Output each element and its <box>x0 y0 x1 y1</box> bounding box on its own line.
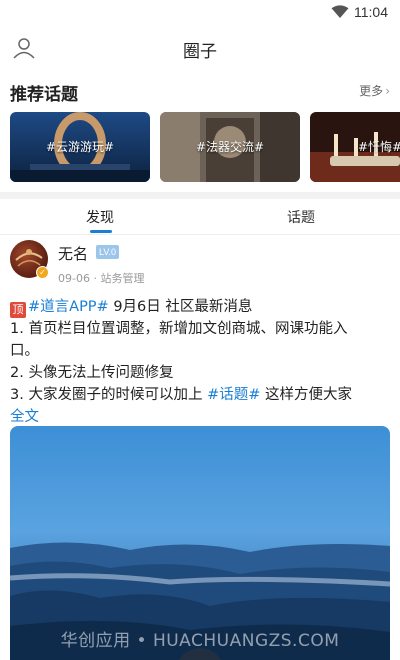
hashtag-link[interactable]: #话题# <box>207 387 260 403</box>
post-text: 9月6日 社区最新消息 <box>108 299 253 315</box>
post-line-1: 顶 #道言APP# 9月6日 社区最新消息 <box>10 296 395 318</box>
page-title: 圈子 <box>183 42 217 62</box>
status-bar: 11:04 <box>0 0 400 24</box>
landscape-image <box>10 426 390 660</box>
more-label: 更多 <box>359 84 384 98</box>
topic-label: #云游游玩# <box>45 140 115 154</box>
post-image[interactable]: 华创应用 • HUACHUANGZS.COM <box>10 426 390 660</box>
post-line-2: 1. 首页栏目位置调整，新增加文创商城、网课功能入 <box>10 321 348 337</box>
tab-bar: 发现 话题 <box>0 199 400 235</box>
post-text: 这样方便大家 <box>260 387 352 403</box>
topic-label: #忏悔# <box>357 140 400 154</box>
status-time: 11:04 <box>354 4 388 20</box>
pinned-badge: 顶 <box>10 302 26 318</box>
post-line-4: 2. 头像无法上传问题修复 <box>10 365 174 381</box>
section-divider <box>0 192 400 199</box>
topic-cards: #云游游玩# #法器交流# #忏悔# <box>10 112 400 182</box>
topic-card-yunyou[interactable]: #云游游玩# <box>10 112 150 182</box>
verified-icon: ✓ <box>36 266 49 279</box>
post-text: 3. 大家发圈子的时候可以加上 <box>10 387 208 403</box>
topic-label: #法器交流# <box>195 140 265 154</box>
post-line-5: 3. 大家发圈子的时候可以加上 #话题# 这样方便大家 <box>10 384 395 406</box>
app-bar: 圈子 <box>0 24 400 72</box>
post-meta: 09-06 · 站务管理 <box>58 272 145 285</box>
full-text-line: 全文 <box>10 406 395 428</box>
tab-discover[interactable]: 发现 <box>86 207 114 227</box>
full-text-link[interactable]: 全文 <box>10 409 39 425</box>
recommend-section-header: 推荐话题 更多 › <box>10 78 390 105</box>
tab-topics[interactable]: 话题 <box>287 207 315 227</box>
tab-indicator <box>90 230 112 233</box>
post-body: 顶 #道言APP# 9月6日 社区最新消息 1. 首页栏目位置调整，新增加文创商城… <box>10 296 395 428</box>
wifi-icon <box>331 5 349 18</box>
more-link[interactable]: 更多 › <box>359 82 390 99</box>
author-name[interactable]: 无名 <box>58 243 88 264</box>
topic-card-chanhui[interactable]: #忏悔# <box>310 112 400 182</box>
level-badge: LV.0 <box>96 245 120 259</box>
post-line-3: 口。 <box>10 343 39 359</box>
chevron-right-icon: › <box>385 84 390 98</box>
post-header: ✓ 无名 LV.0 09-06 · 站务管理 <box>10 240 390 290</box>
hashtag-link[interactable]: #道言APP# <box>28 299 109 315</box>
topic-card-faqi[interactable]: #法器交流# <box>160 112 300 182</box>
recommend-title: 推荐话题 <box>10 85 78 105</box>
